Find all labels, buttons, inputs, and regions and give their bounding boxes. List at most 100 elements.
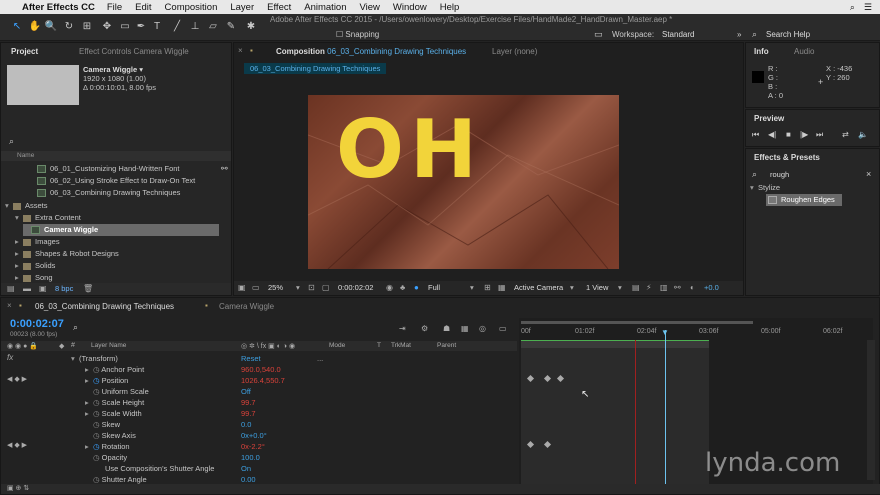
stopwatch-icon[interactable]: ◷ <box>93 475 100 484</box>
timeline-icon[interactable]: ▥ <box>660 283 668 292</box>
triangle-right-icon[interactable]: ▸ <box>15 260 23 272</box>
menu-view[interactable]: View <box>360 2 380 13</box>
interpret-footage-icon[interactable]: ▤ <box>7 284 15 293</box>
playhead-icon[interactable]: ▼ <box>661 328 669 337</box>
comp-mini-flowchart-icon[interactable]: ⇥ <box>399 324 406 333</box>
close-icon[interactable]: × <box>238 46 243 55</box>
column-layer-name[interactable]: Layer Name <box>91 342 126 349</box>
tab-effects-presets[interactable]: Effects & Presets <box>748 151 826 165</box>
new-composition-icon[interactable]: ▣ <box>39 284 47 293</box>
keyframe-nav-icon[interactable]: ◀ ◆ ▶ <box>7 441 27 449</box>
folder-item[interactable]: ▸ Solids <box>15 260 55 272</box>
list-item[interactable]: 06_01_Customizing Hand-Written Font <box>37 163 180 175</box>
stop-icon[interactable]: ■ <box>786 130 791 139</box>
list-item[interactable]: 06_02_Using Stroke Effect to Draw-On Tex… <box>37 175 195 187</box>
stopwatch-icon[interactable]: ◷ <box>93 442 100 451</box>
flowchart-icon[interactable]: ⚯ <box>674 283 681 292</box>
shape-tool-icon[interactable]: ▭ <box>118 20 132 34</box>
stopwatch-icon[interactable]: ◷ <box>93 453 100 462</box>
list-item-selected[interactable]: Camera Wiggle <box>23 224 219 236</box>
current-time-display[interactable]: 0:00:02:07 <box>10 318 64 330</box>
layer-duration-bar[interactable] <box>521 340 709 348</box>
stopwatch-icon[interactable]: ◷ <box>93 376 100 385</box>
zoom-select[interactable]: 25% <box>268 283 283 292</box>
flowchart-icon[interactable]: ⚯ <box>221 164 228 173</box>
list-icon[interactable]: ☰ <box>864 2 872 13</box>
folder-item[interactable]: ▸ Images <box>15 236 60 248</box>
draft-3d-icon[interactable]: ⚙ <box>421 324 428 333</box>
tab-layer[interactable]: Layer (none) <box>486 45 543 59</box>
stopwatch-icon[interactable]: ◷ <box>93 398 100 407</box>
column-mode[interactable]: Mode <box>329 342 345 349</box>
bpc-button[interactable]: 8 bpc <box>55 284 73 293</box>
pen-tool-icon[interactable]: ✒ <box>134 20 148 34</box>
camera-tool-icon[interactable]: ⊞ <box>80 20 94 34</box>
ellipsis-icon[interactable]: ... <box>317 353 323 365</box>
tab-composition[interactable]: Composition 06_03_Combining Drawing Tech… <box>270 45 472 59</box>
search-icon[interactable]: ⌕ <box>850 2 855 13</box>
folder-item[interactable]: ▸ Shapes & Robot Designs <box>15 248 119 260</box>
lock-icon[interactable]: ▪ <box>250 46 253 55</box>
pan-behind-tool-icon[interactable]: ✥ <box>100 20 114 34</box>
menu-effect[interactable]: Effect <box>267 2 291 13</box>
clear-search-icon[interactable]: × <box>866 169 871 179</box>
chevron-down-icon[interactable]: ▾ <box>470 283 474 292</box>
close-icon[interactable]: × <box>7 301 12 310</box>
camera-snapshot-icon[interactable]: ◉ <box>386 283 393 292</box>
chevron-down-icon[interactable]: ▾ <box>296 283 300 292</box>
frame-blending-icon[interactable]: ▦ <box>461 324 469 333</box>
list-item[interactable]: 06_03_Combining Drawing Techniques <box>37 187 180 199</box>
workspace-select[interactable]: Standard <box>662 30 694 39</box>
exposure-value[interactable]: +0.0 <box>704 283 719 292</box>
triangle-right-icon[interactable]: ▸ <box>15 236 23 248</box>
mask-visibility-icon[interactable]: ▢ <box>322 283 330 292</box>
puppet-tool-icon[interactable]: ✱ <box>244 20 258 34</box>
triangle-down-icon[interactable]: ▾ <box>750 182 758 194</box>
safe-areas-icon[interactable]: ⊡ <box>308 283 315 292</box>
tab-preview[interactable]: Preview <box>748 112 790 126</box>
menu-help[interactable]: Help <box>440 2 460 13</box>
last-frame-icon[interactable]: ⏭ <box>816 130 823 140</box>
stopwatch-icon[interactable]: ◷ <box>93 431 100 440</box>
workspace-icon[interactable]: ▭ <box>594 29 603 40</box>
column-trkmat[interactable]: TrkMat <box>391 342 411 349</box>
menu-animation[interactable]: Animation <box>304 2 346 13</box>
type-tool-icon[interactable]: T <box>150 20 164 34</box>
workspace-menu-icon[interactable]: » <box>737 30 741 39</box>
menu-layer[interactable]: Layer <box>230 2 254 13</box>
resolution-select[interactable]: Full <box>428 283 440 292</box>
stopwatch-icon[interactable]: ◷ <box>93 365 100 374</box>
play-icon[interactable]: |▶ <box>800 130 808 139</box>
search-help-input[interactable]: Search Help <box>766 30 810 39</box>
new-folder-icon[interactable]: ▬ <box>23 284 31 293</box>
effect-item[interactable]: Roughen Edges <box>766 194 842 206</box>
effects-search-input[interactable]: rough <box>770 170 789 179</box>
triangle-down-icon[interactable]: ▾ <box>5 200 13 212</box>
folder-item[interactable]: ▾ Extra Content <box>15 212 81 224</box>
menu-composition[interactable]: Composition <box>165 2 218 13</box>
stopwatch-icon[interactable]: ◷ <box>93 420 100 429</box>
chevron-down-icon[interactable]: ▾ <box>570 283 574 292</box>
column-t[interactable]: T <box>377 342 381 349</box>
graph-editor-icon[interactable]: ▭ <box>499 324 507 333</box>
folder-item[interactable]: ▾ Assets <box>5 200 48 212</box>
stopwatch-icon[interactable]: ◷ <box>93 409 100 418</box>
triangle-down-icon[interactable]: ▾ <box>15 212 23 224</box>
comp-canvas[interactable]: OH <box>308 95 619 269</box>
loop-icon[interactable]: ⇄ <box>842 130 849 139</box>
current-time-display[interactable]: 0:00:02:02 <box>338 283 373 292</box>
column-name[interactable]: Name <box>17 150 34 162</box>
motion-blur-icon[interactable]: ◎ <box>479 324 486 333</box>
menu-edit[interactable]: Edit <box>135 2 151 13</box>
roto-brush-tool-icon[interactable]: ✎ <box>224 20 238 34</box>
tab-timeline-comp[interactable]: 06_03_Combining Drawing Techniques <box>29 300 180 314</box>
eraser-tool-icon[interactable]: ▱ <box>206 20 220 34</box>
fast-previews-icon[interactable]: ⚡ <box>646 283 652 292</box>
menu-file[interactable]: File <box>107 2 122 13</box>
category-stylize[interactable]: ▾ Stylize <box>750 182 780 194</box>
transparency-grid-icon[interactable]: ▦ <box>498 283 506 292</box>
tab-timeline-camera-wiggle[interactable]: Camera Wiggle <box>213 300 280 314</box>
selection-tool-icon[interactable]: ↖ <box>10 20 24 34</box>
current-time-indicator[interactable] <box>665 330 666 484</box>
show-snapshot-icon[interactable]: ♣ <box>400 283 405 292</box>
